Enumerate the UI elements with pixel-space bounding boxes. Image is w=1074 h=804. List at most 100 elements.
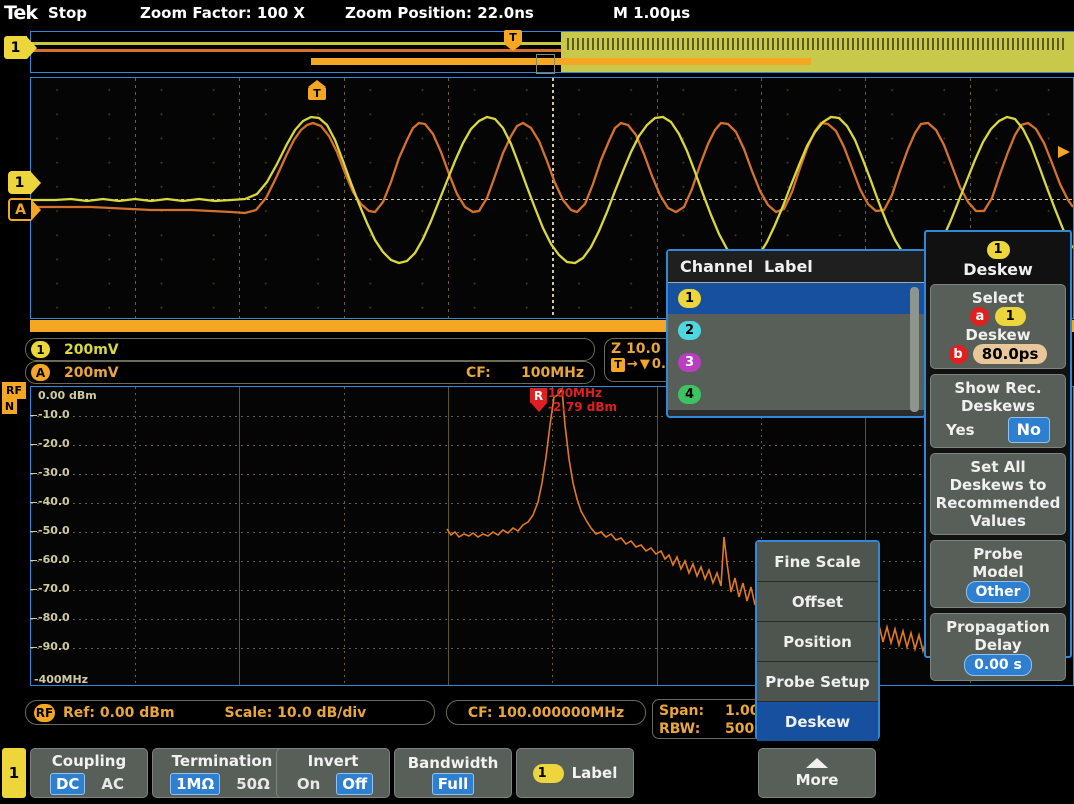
matha-readout-row[interactable]: A 200mV CF: 100MHz [25,361,595,384]
select-deskew-button[interactable]: Select a 1 Deskew b 80.0ps [930,284,1066,369]
spectrum-y-label-3: -30.0 [38,466,70,479]
bandwidth-button[interactable]: Bandwidth Full [394,748,512,798]
spectrum-y-label-5: -50.0 [38,524,70,537]
set-all-deskews-button[interactable]: Set All Deskews to Recommended Values [930,453,1066,535]
spectrum-y-label-0: 0.00 dBm [38,389,97,402]
show-rec-no-option[interactable]: No [1008,417,1050,443]
knob-a-icon: a [970,307,989,326]
select-value: 1 [995,307,1026,326]
channel-label-popup-header: Channel Label [668,251,924,283]
termination-option-50[interactable]: 50Ω [232,774,274,794]
invert-title: Invert [308,752,359,770]
bandwidth-title: Bandwidth [408,754,499,772]
spectrum-y-label-6: -60.0 [38,553,70,566]
span-key: Span: [659,702,707,720]
set-all-line3: Recommended [934,494,1062,512]
rbw-value: 500 [725,720,754,738]
run-state[interactable]: Stop [48,4,87,22]
rf-dot-icon: RF [34,704,55,722]
set-all-line2: Deskews to [934,476,1062,494]
spectrum-y-label-9: -90.0 [38,640,70,653]
col-header-label: Label [764,257,813,276]
termination-option-1m[interactable]: 1MΩ [170,773,220,795]
channel-row-4[interactable]: 4 [668,379,924,410]
channel-row-2[interactable]: 2 [668,315,924,347]
prop-delay-value[interactable]: 0.00 s [964,654,1032,676]
prop-delay-line2: Delay [934,636,1062,654]
top-status-bar: Tek Stop Zoom Factor: 100 X Zoom Positio… [0,0,1074,30]
show-rec-deskews-button[interactable]: Show Rec. Deskews Yes No [930,374,1066,448]
rf-ref-scale-readout[interactable]: RF Ref: 0.00 dBm Scale: 10.0 dB/div [25,700,435,725]
coupling-option-dc[interactable]: DC [50,773,85,795]
oscilloscope-screen: Tek Stop Zoom Factor: 100 X Zoom Positio… [0,0,1074,804]
spectrum-y-label-7: -70.0 [38,582,70,595]
probe-model-line2: Model [934,563,1062,581]
invert-option-on[interactable]: On [293,774,324,794]
rbw-key: RBW: [659,720,707,738]
zoom-position-readout[interactable]: Zoom Position: 22.0ns [345,4,534,22]
zoom-factor-readout[interactable]: Zoom Factor: 100 X [140,4,305,22]
marker-readout: 100MHz-2.79 dBm [548,386,617,414]
channel-row-1[interactable]: 1 [668,283,924,315]
rf-spectrum-graticule[interactable]: 600MHz [30,386,1074,686]
probe-model-button[interactable]: Probe Model Other [930,540,1066,608]
spectrum-x-label-left: -400MHz [34,673,88,686]
label-button[interactable]: 1 Label [516,748,634,798]
probe-model-value[interactable]: Other [966,581,1031,603]
bottom-channel-tab[interactable]: 1 [2,748,26,798]
zoom-span-indicator[interactable] [311,58,811,65]
rf-badge[interactable]: RF N [2,382,26,414]
ch1-position-marker[interactable]: 1 [8,171,41,194]
right-edge-cursor-icon [1055,144,1071,160]
channel-label-popup[interactable]: Channel Label 1 2 3 4 [666,249,926,418]
trigger-marker-main[interactable]: T [308,80,326,100]
channel-list-scrollbar[interactable] [910,287,919,412]
zoom-overview-strip[interactable] [30,31,1074,73]
show-rec-line2: Deskews [934,397,1062,415]
vertical-channel-menu[interactable]: Fine Scale Offset Position Probe Setup D… [755,540,880,740]
spectrum-trace [31,387,1071,683]
channel-row-3[interactable]: 3 [668,347,924,379]
menu-item-deskew[interactable]: Deskew [757,702,878,741]
coupling-button[interactable]: Coupling DC AC [30,748,148,798]
ch1-waveform-path [31,117,1073,263]
select-label: Select [934,289,1062,307]
invert-button[interactable]: Invert On Off [276,748,390,798]
deskew-menu-title: 1 Deskew [930,236,1066,284]
spectrum-y-label-4: -40.0 [38,495,70,508]
col-header-channel: Channel [680,257,764,276]
matha-cf-label: CF: [466,365,491,381]
invert-option-off[interactable]: Off [336,773,373,795]
spectrum-y-label-8: -80.0 [38,611,70,624]
main-timebase-readout[interactable]: M 1.00µs [613,4,690,22]
rf-cf-readout[interactable]: CF: 100.000000MHz [446,700,646,725]
termination-button[interactable]: Termination 1MΩ 50Ω [152,748,292,798]
rf-ref-text: Ref: 0.00 dBm [63,705,175,721]
show-rec-yes-option[interactable]: Yes [946,421,975,439]
more-title: More [796,771,839,789]
probe-model-line1: Probe [934,545,1062,563]
knob-b-icon: b [949,345,968,364]
menu-item-probe-setup[interactable]: Probe Setup [757,662,878,702]
spectrum-reference-marker[interactable]: R 100MHz-2.79 dBm [530,388,547,412]
ch1-readout-row[interactable]: 1 200mV [25,338,595,361]
menu-item-position[interactable]: Position [757,622,878,662]
deskew-side-menu[interactable]: 1 Deskew Select a 1 Deskew b 80.0ps Show… [924,230,1072,658]
bandwidth-value[interactable]: Full [432,773,474,795]
more-button[interactable]: More [758,748,876,798]
menu-item-offset[interactable]: Offset [757,582,878,622]
propagation-delay-button[interactable]: Propagation Delay 0.00 s [930,613,1066,681]
menu-item-fine-scale[interactable]: Fine Scale [757,542,878,582]
deskew-label: Deskew [934,326,1062,344]
overview-ch1-badge[interactable]: 1 [4,36,37,59]
matha-position-marker[interactable]: A [8,198,41,221]
overview-noise-band [567,38,1067,50]
arrow-up-icon [806,758,828,768]
label-channel-badge: 1 [533,764,564,783]
trigger-marker-overview[interactable]: T [504,30,522,50]
label-title: Label [572,764,618,782]
rf-scale-text: Scale: 10.0 dB/div [225,705,367,721]
zoom-box-outline [536,54,555,74]
coupling-option-ac[interactable]: AC [97,774,128,794]
rf-span-rbw-readout[interactable]: Span:1.00 RBW:500 [652,699,770,739]
